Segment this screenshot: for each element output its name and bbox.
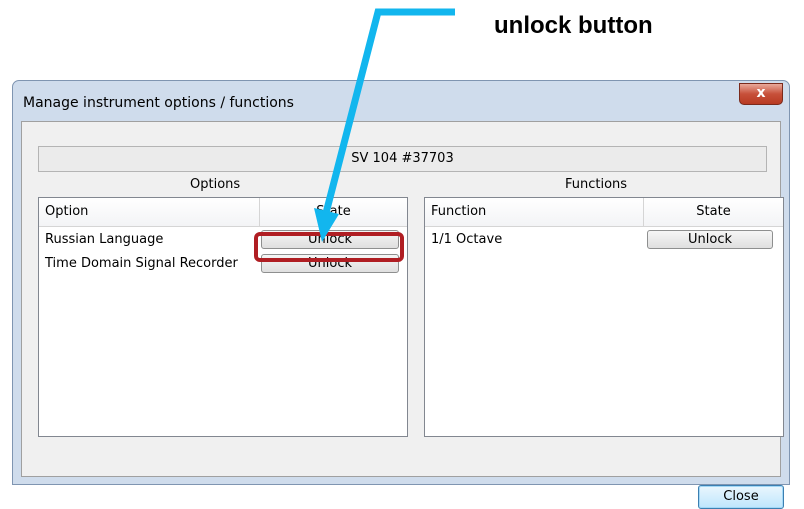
pointer-arrow: [314, 8, 455, 242]
